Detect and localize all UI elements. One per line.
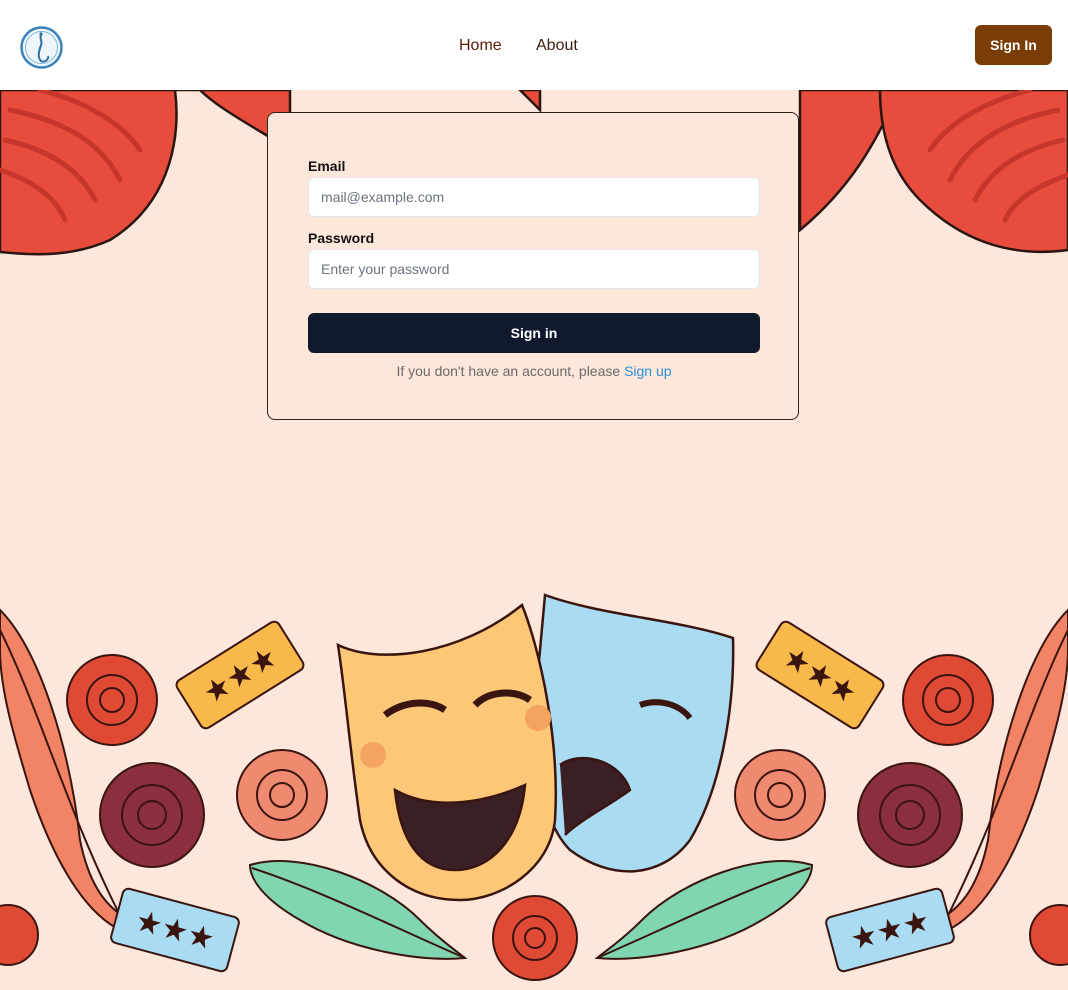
rose-icon: [734, 749, 826, 841]
rose-icon: [99, 762, 205, 868]
password-label: Password: [308, 230, 375, 246]
sign-in-submit-button[interactable]: Sign in: [308, 313, 760, 353]
rose-icon: [857, 762, 963, 868]
password-field[interactable]: [308, 249, 760, 289]
rose-icon: [902, 654, 994, 746]
sign-in-card: Email Password Sign in If you don't have…: [267, 112, 799, 420]
ticket-icon: ★★★: [175, 620, 305, 730]
nav-about-link[interactable]: About: [536, 36, 578, 56]
top-navbar: Home About Sign In: [0, 0, 1068, 90]
email-label: Email: [308, 158, 346, 174]
rose-icon: [492, 895, 578, 981]
theater-illustration: ★★★ ★★★ ★★★ ★★★: [0, 593, 1068, 981]
rose-icon: [0, 904, 39, 966]
email-field[interactable]: [308, 177, 760, 217]
ticket-icon: ★★★: [110, 887, 240, 973]
tragedy-mask-icon: [535, 593, 735, 873]
comedy-mask-icon: [336, 602, 557, 902]
rose-icon: [66, 654, 158, 746]
ticket-icon: ★★★: [825, 887, 955, 973]
rose-icon: [1029, 904, 1068, 966]
sign-up-link[interactable]: Sign up: [624, 363, 671, 379]
ticket-icon: ★★★: [755, 620, 885, 730]
signup-prompt: If you don't have an account, please Sig…: [268, 363, 800, 379]
logo-icon[interactable]: [19, 25, 64, 70]
nav-home-link[interactable]: Home: [459, 36, 502, 56]
rose-icon: [236, 749, 328, 841]
signup-prompt-text: If you don't have an account, please: [396, 363, 621, 379]
header-sign-in-button[interactable]: Sign In: [975, 25, 1052, 65]
